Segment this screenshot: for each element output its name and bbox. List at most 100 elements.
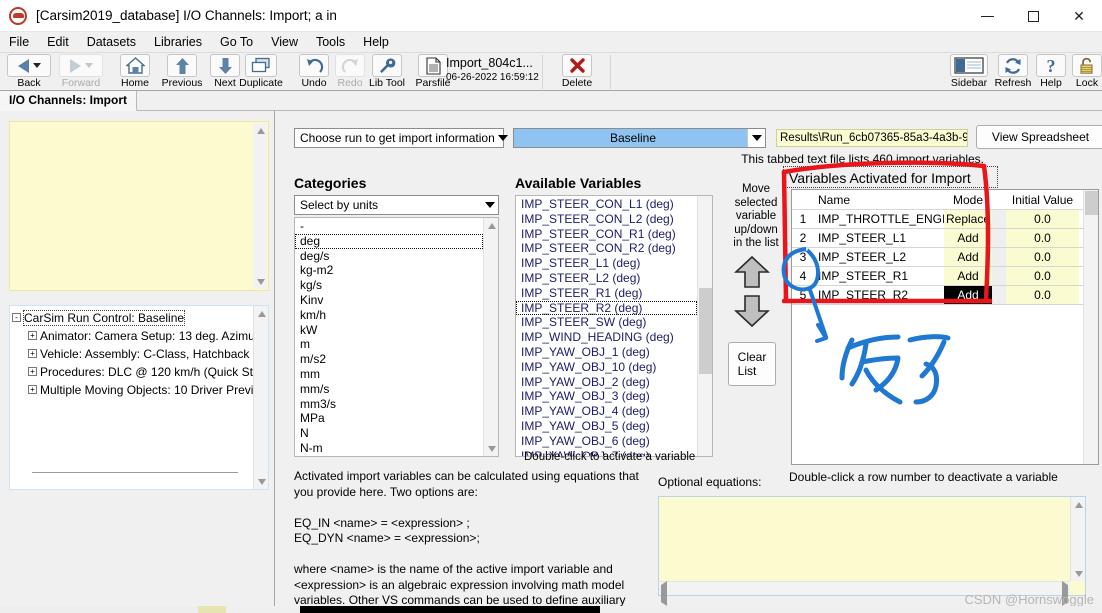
category-list-item[interactable]: kg/s <box>295 278 483 293</box>
table-row[interactable]: 2 IMP_STEER_L1 Add 0.0 <box>792 229 1098 248</box>
category-list-item[interactable]: m/s2 <box>295 352 483 367</box>
row-number-cell[interactable]: 5 <box>792 286 814 304</box>
table-row[interactable]: 5 IMP_STEER_R2 Add 0.0 <box>792 286 1098 305</box>
available-variable-item[interactable]: IMP_YAW_OBJ_6 (deg) <box>516 434 697 449</box>
scrollbar-thumb[interactable] <box>699 288 712 374</box>
category-list-item[interactable]: mm3/s <box>295 397 483 412</box>
table-row[interactable]: 4 IMP_STEER_R1 Add 0.0 <box>792 267 1098 286</box>
menu-item-datasets[interactable]: Datasets <box>78 32 145 53</box>
expand-node-icon[interactable]: + <box>28 331 37 340</box>
row-number-cell[interactable]: 1 <box>792 210 814 228</box>
scroll-down-icon[interactable] <box>253 274 268 289</box>
scrollbar-thumb[interactable] <box>1085 191 1098 215</box>
toolbar-delete-button[interactable]: Delete <box>552 54 602 90</box>
move-up-arrow-icon[interactable] <box>733 255 771 294</box>
scroll-up-icon[interactable] <box>253 123 268 138</box>
available-variable-item[interactable]: IMP_STEER_R2 (deg) <box>516 300 697 316</box>
initial-value-cell[interactable]: 0.0 <box>1006 229 1079 247</box>
table-row[interactable]: 1 IMP_THROTTLE_ENGINE Replace 0.0 <box>792 210 1098 229</box>
available-variable-item[interactable]: IMP_YAW_OBJ_1 (deg) <box>516 345 697 360</box>
section-tab-io-channels-import[interactable]: I/O Channels: Import <box>0 91 138 111</box>
tree-scrollbar[interactable] <box>253 306 268 489</box>
menu-item-view[interactable]: View <box>262 32 307 53</box>
available-variable-item[interactable]: IMP_YAW_OBJ_5 (deg) <box>516 419 697 434</box>
categories-select-dropdown[interactable]: Select by units <box>294 195 499 215</box>
run-selector-dropdown[interactable]: Choose run to get import information <box>294 128 509 148</box>
available-scrollbar[interactable] <box>697 196 712 456</box>
optional-equations-field[interactable] <box>658 496 1086 606</box>
available-variables-listbox[interactable]: IMP_STEER_CON_L1 (deg) IMP_STEER_CON_L2 (… <box>515 195 713 457</box>
dataset-tree[interactable]: - CarSim Run Control: Baseline + Animator: … <box>9 305 269 490</box>
scroll-up-icon[interactable] <box>1071 497 1086 512</box>
notes-scrollbar[interactable] <box>253 123 267 289</box>
category-list-item[interactable]: kW <box>295 323 483 338</box>
initial-value-cell[interactable]: 0.0 <box>1006 210 1079 228</box>
available-variable-item[interactable]: IMP_STEER_CON_R2 (deg) <box>516 241 697 256</box>
category-list-item[interactable]: deg/s <box>295 249 483 264</box>
category-list-item[interactable]: mm <box>295 367 483 382</box>
available-variable-item[interactable]: IMP_STEER_L1 (deg) <box>516 256 697 271</box>
toolbar-sidebar-button[interactable]: Sidebar <box>944 54 994 90</box>
category-list-item[interactable]: km/h <box>295 308 483 323</box>
toolbar-lock-button[interactable]: Lock <box>1062 54 1102 90</box>
collapse-node-icon[interactable]: - <box>12 313 21 322</box>
chevron-down-icon[interactable] <box>481 196 498 214</box>
expand-node-icon[interactable]: + <box>28 367 37 376</box>
available-variable-item[interactable]: IMP_STEER_SW (deg) <box>516 315 697 330</box>
mode-cell[interactable]: Add <box>944 286 992 304</box>
maximize-icon[interactable] <box>1010 0 1056 32</box>
category-list-item[interactable]: - <box>295 219 483 234</box>
category-list-item[interactable]: mm/s <box>295 382 483 397</box>
menu-item-libraries[interactable]: Libraries <box>145 32 211 53</box>
toolbar-forward-button[interactable]: Forward <box>56 54 106 90</box>
equations-vscrollbar[interactable] <box>1070 497 1085 581</box>
mode-cell[interactable]: Replace <box>944 210 992 228</box>
category-list-item[interactable]: N-m <box>295 441 483 456</box>
categories-listbox[interactable]: - deg deg/s kg-m2 kg/s Kinv km/h kW m m/s2 mm mm/s m… <box>294 217 499 457</box>
mode-cell[interactable]: Add <box>944 229 992 247</box>
tree-item[interactable]: + Animator: Camera Setup: 13 deg. Azimut <box>10 327 258 345</box>
available-variable-item[interactable]: IMP_STEER_CON_R1 (deg) <box>516 227 697 242</box>
row-number-cell[interactable]: 3 <box>792 248 814 266</box>
tree-item[interactable]: - CarSim Run Control: Baseline <box>10 309 252 327</box>
toolbar-home-button[interactable]: Home <box>110 54 160 90</box>
row-number-cell[interactable]: 2 <box>792 229 814 247</box>
table-row[interactable]: 3 IMP_STEER_L2 Add 0.0 <box>792 248 1098 267</box>
available-variable-item[interactable]: IMP_STEER_R1 (deg) <box>516 286 697 301</box>
chevron-down-icon[interactable] <box>495 129 512 147</box>
category-list-item[interactable]: MPa <box>295 411 483 426</box>
available-variable-item[interactable]: IMP_STEER_CON_L2 (deg) <box>516 212 697 227</box>
activated-variables-table[interactable]: Name Mode Initial Value 1 IMP_THROTTLE_EN… <box>791 189 1099 465</box>
clear-list-button[interactable]: Clear List <box>728 342 776 386</box>
expand-node-icon[interactable]: + <box>28 349 37 358</box>
toolbar-duplicate-button[interactable]: Duplicate <box>236 54 286 90</box>
close-icon[interactable]: ✕ <box>1056 0 1102 32</box>
mode-cell[interactable]: Add <box>944 267 992 285</box>
initial-value-cell[interactable]: 0.0 <box>1006 267 1079 285</box>
minimize-icon[interactable] <box>964 0 1010 32</box>
scroll-down-icon[interactable] <box>484 441 498 456</box>
menu-item-help[interactable]: Help <box>354 32 398 53</box>
scroll-left-icon[interactable] <box>661 581 667 606</box>
chevron-down-icon[interactable] <box>748 129 765 147</box>
category-list-item[interactable]: m <box>295 337 483 352</box>
toolbar-back-button[interactable]: Back <box>4 54 54 90</box>
category-list-item[interactable]: Kinv <box>295 293 483 308</box>
menu-item-edit[interactable]: Edit <box>38 32 78 53</box>
view-spreadsheet-button[interactable]: View Spreadsheet <box>976 125 1102 149</box>
categories-scrollbar[interactable] <box>483 218 498 456</box>
tree-item[interactable]: + Procedures: DLC @ 120 km/h (Quick Star <box>10 363 264 381</box>
menu-item-file[interactable]: File <box>0 32 38 53</box>
notes-field[interactable] <box>9 121 269 291</box>
tree-item[interactable]: + Vehicle: Assembly: C-Class, Hatchback <box>10 345 252 363</box>
activated-table-scrollbar[interactable] <box>1083 190 1098 464</box>
scroll-up-icon[interactable] <box>484 218 498 233</box>
menu-item-tools[interactable]: Tools <box>307 32 354 53</box>
category-list-item[interactable]: kg-m2 <box>295 263 483 278</box>
available-variable-item[interactable]: IMP_YAW_OBJ_10 (deg) <box>516 360 697 375</box>
available-variable-item[interactable]: IMP_YAW_OBJ_4 (deg) <box>516 404 697 419</box>
scroll-down-icon[interactable] <box>1071 566 1086 581</box>
menu-item-goto[interactable]: Go To <box>211 32 262 53</box>
mode-cell[interactable]: Add <box>944 248 992 266</box>
scroll-up-icon[interactable] <box>254 306 268 321</box>
